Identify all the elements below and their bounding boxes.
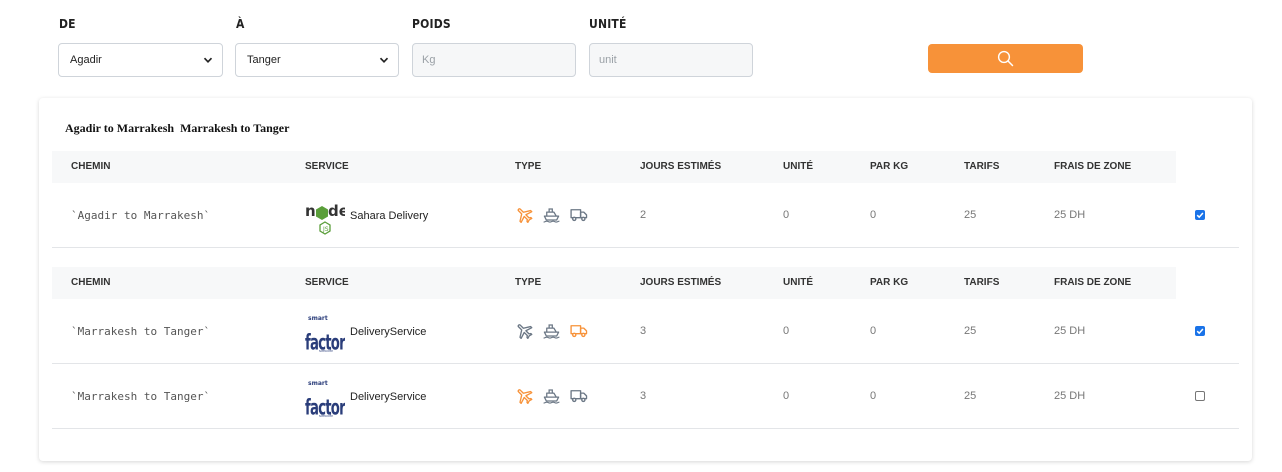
unit-placeholder: unit [599,54,617,66]
path-cell: `Agadir to Marrakesh` [71,209,211,222]
column-header: FRAIS DE ZONE [1054,161,1132,172]
truck-icon [570,325,588,338]
ship-icon [543,324,560,339]
weight-label: POIDS [412,17,451,31]
to-label: À [236,17,245,31]
column-header: JOURS ESTIMÉS [640,161,722,172]
svg-text:de: de [328,202,345,220]
column-header: TARIFS [964,277,1000,288]
column-header: SERVICE [305,161,349,172]
to-select[interactable]: Tanger [235,43,399,77]
chevron-down-icon [379,57,389,64]
days-cell: 2 [640,209,647,221]
weight-placeholder: Kg [422,54,436,66]
transport-types [515,321,589,340]
from-label: DE [59,17,76,31]
plane-icon [517,324,533,340]
unit-cell: 0 [783,209,790,221]
svg-text:simplify: simplify [319,349,334,352]
route-title: Agadir to Marrakesh Marrakesh to Tanger [65,121,290,135]
service-name: DeliveryService [350,325,427,338]
tarif-cell: 25 [964,390,977,402]
column-header: TARIFS [964,161,1000,172]
service-cell: smart factory simplify DeliveryService [305,299,426,364]
table-header: CHEMIN SERVICE TYPE JOURS ESTIMÉS UNITÉ PAR K… [52,267,1176,299]
search-icon [997,50,1014,67]
chevron-down-icon [203,57,213,64]
tarif-cell: 25 [964,325,977,337]
unit-cell: 0 [783,325,790,337]
table-header: CHEMIN SERVICE TYPE JOURS ESTIMÉS UNITÉ PAR K… [52,151,1176,183]
tarif-cell: 25 [964,209,977,221]
plane-icon [517,389,533,405]
factory-logo: smart factory simplify [305,315,345,352]
select-checkbox[interactable] [1195,210,1205,220]
transport-types [515,386,589,405]
zone-fee-cell: 25 DH [1054,209,1086,221]
column-header: CHEMIN [71,161,111,172]
plane-icon [517,208,533,224]
column-header: PAR KG [870,277,909,288]
path-cell: `Marrakesh to Tanger` [71,325,211,338]
check-icon [1196,212,1204,219]
column-header: UNITÉ [783,277,813,288]
ship-icon [543,208,560,223]
column-header: FRAIS DE ZONE [1054,277,1132,288]
table-row: `Marrakesh to Tanger` smart factory simp… [52,364,1239,429]
unit-input[interactable]: unit [589,43,753,77]
from-select-value: Agadir [70,54,102,66]
column-header: TYPE [515,161,542,172]
check-icon [1196,328,1204,335]
node-logo: n de JS [305,202,345,235]
truck-icon [570,209,588,222]
transport-types [515,205,589,224]
per-kg-cell: 0 [870,390,877,402]
unit-cell: 0 [783,390,790,402]
path-cell: `Marrakesh to Tanger` [71,390,211,403]
svg-text:simplify: simplify [319,414,334,417]
service-name: DeliveryService [350,390,427,403]
column-header: JOURS ESTIMÉS [640,277,722,288]
zone-fee-cell: 25 DH [1054,390,1086,402]
svg-text:smart: smart [308,315,328,322]
per-kg-cell: 0 [870,209,877,221]
column-header: SERVICE [305,277,349,288]
svg-text:JS: JS [322,226,329,233]
days-cell: 3 [640,325,647,337]
column-header: CHEMIN [71,277,111,288]
ship-icon [543,389,560,404]
weight-input[interactable]: Kg [412,43,576,77]
svg-text:smart: smart [308,380,328,387]
truck-icon [570,390,588,403]
table-row: `Agadir to Marrakesh` n de JS Sahara Del… [52,183,1239,248]
column-header: TYPE [515,277,542,288]
select-checkbox[interactable] [1195,326,1205,336]
from-select[interactable]: Agadir [58,43,223,77]
zone-fee-cell: 25 DH [1054,325,1086,337]
search-button[interactable] [928,44,1083,73]
factory-logo: smart factory simplify [305,380,345,417]
to-select-value: Tanger [247,54,281,66]
days-cell: 3 [640,390,647,402]
service-cell: n de JS Sahara Delivery [305,183,428,248]
filter-bar: DE Agadir À Tanger POIDS Kg UNITÉ unit [0,0,1282,90]
service-name: Sahara Delivery [350,209,429,222]
service-cell: smart factory simplify DeliveryService [305,364,426,429]
select-checkbox[interactable] [1195,391,1205,401]
table-row: `Marrakesh to Tanger` smart factory simp… [52,299,1239,364]
svg-text:n: n [305,202,316,220]
column-header: PAR KG [870,161,909,172]
unit-label: UNITÉ [589,17,627,31]
per-kg-cell: 0 [870,325,877,337]
column-header: UNITÉ [783,161,813,172]
